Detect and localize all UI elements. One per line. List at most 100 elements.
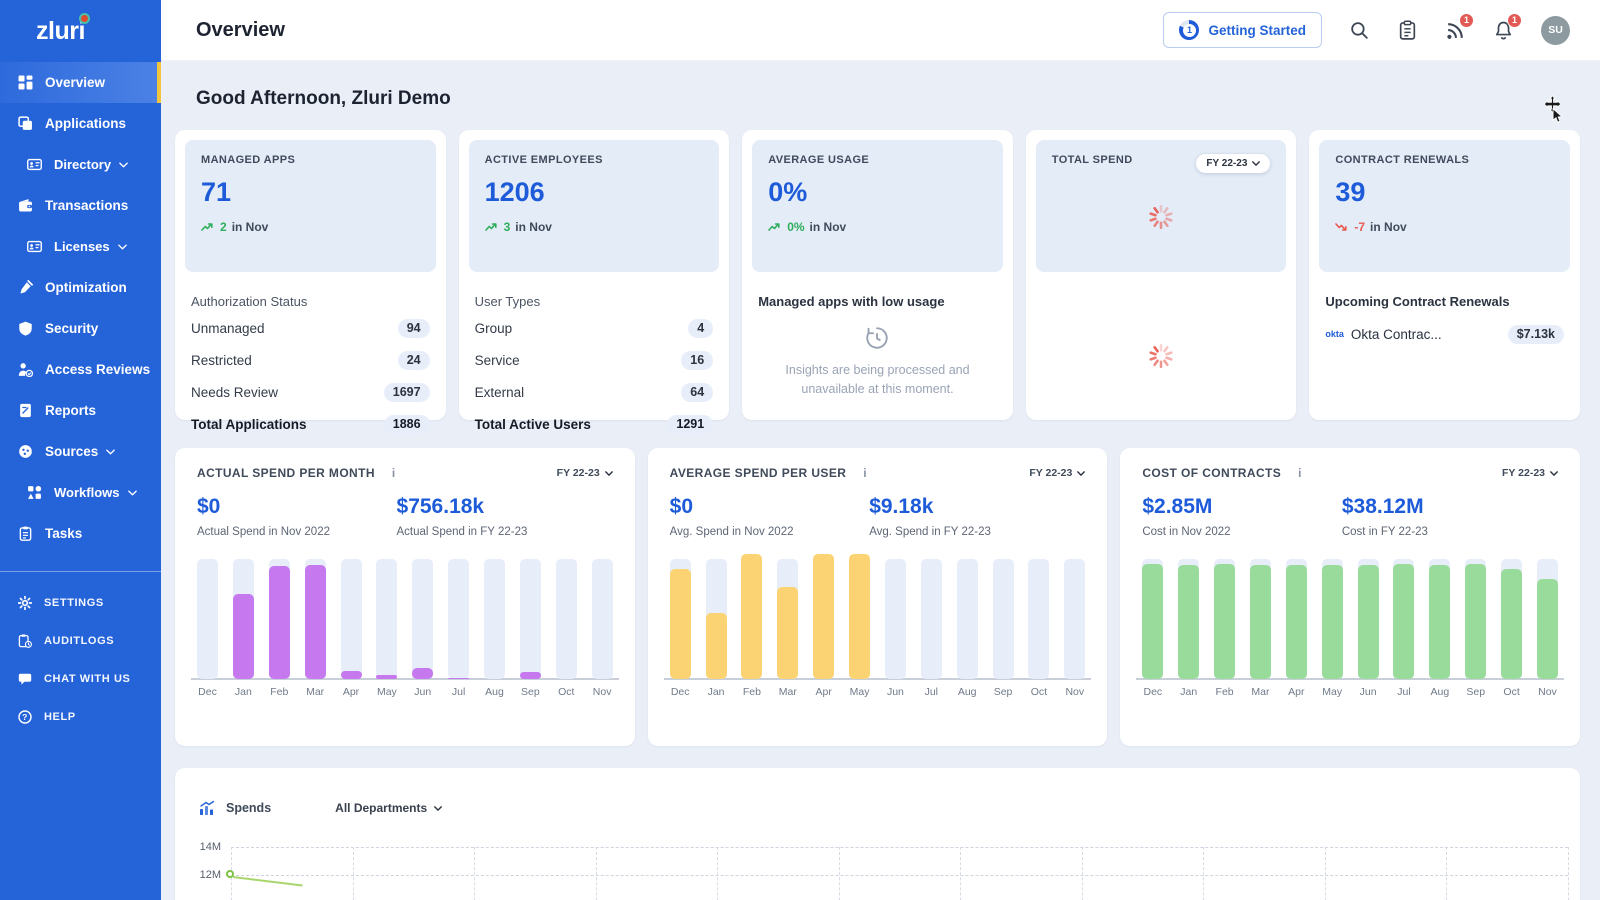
reports-icon xyxy=(18,403,33,418)
applications-icon xyxy=(18,116,33,131)
svg-text:?: ? xyxy=(22,712,28,722)
month-label: Apr xyxy=(1286,686,1307,698)
chart-baseline xyxy=(1136,678,1564,680)
sidebar-item-reports[interactable]: Reports xyxy=(0,390,161,431)
month-label: Aug xyxy=(957,686,978,698)
sidebar-item-label: Licenses xyxy=(54,239,110,254)
managed-apps-card: MANAGED APPS 71 2 in Nov Authorization S… xyxy=(175,130,446,420)
stat-list-row-external: External64 xyxy=(475,376,714,408)
chevron-down-icon xyxy=(128,490,137,496)
total-row: Total Applications 1886 xyxy=(191,408,430,440)
month-label: Jun xyxy=(1358,686,1379,698)
bar-value xyxy=(1286,565,1307,679)
loading-spinner xyxy=(1147,203,1175,231)
sidebar-item-directory[interactable]: Directory xyxy=(0,144,161,185)
trend-suffix: in Nov xyxy=(515,220,552,234)
sidebar: zluri Overview Applications DirectoryTrans… xyxy=(0,0,161,900)
row-value-pill: 1697 xyxy=(384,383,430,402)
user-avatar[interactable]: SU xyxy=(1541,16,1570,45)
month-label: Dec xyxy=(1142,686,1163,698)
total-value-pill: 1291 xyxy=(667,415,713,434)
bar-jun xyxy=(412,551,433,679)
info-icon[interactable]: i xyxy=(863,466,866,480)
sidebar-item-settings[interactable]: SETTINGS xyxy=(0,584,161,622)
info-icon[interactable]: i xyxy=(1298,466,1301,480)
bar-value xyxy=(1393,564,1414,679)
renewal-row-okta[interactable]: okta Okta Contrac... $7.13k xyxy=(1325,316,1564,352)
bar-value xyxy=(1214,564,1235,679)
section-title: User Types xyxy=(475,294,714,309)
directory-icon xyxy=(27,157,42,172)
month-label: Mar xyxy=(777,686,798,698)
clipboard-icon[interactable] xyxy=(1397,20,1418,41)
month-label: Apr xyxy=(813,686,834,698)
header-actions: 1 Getting Started 1 1 SU xyxy=(1163,12,1570,48)
bar-track xyxy=(592,559,613,679)
bar-jan xyxy=(706,551,727,679)
spends-plot: 14M 12M xyxy=(231,847,1568,900)
bar-dec xyxy=(670,551,691,679)
bar-value xyxy=(269,566,290,679)
bell-icon[interactable]: 1 xyxy=(1493,20,1514,41)
workflows-icon xyxy=(27,485,42,500)
fiscal-year-dropdown[interactable]: FY 22-23 xyxy=(1029,467,1085,479)
sidebar-item-help[interactable]: ?HELP xyxy=(0,698,161,736)
stat-list-row-needs-review: Needs Review1697 xyxy=(191,376,430,408)
card-title: MANAGED APPS xyxy=(201,154,420,166)
getting-started-button[interactable]: 1 Getting Started xyxy=(1163,12,1322,48)
stat-value: $0 xyxy=(670,495,870,519)
sidebar-item-optimization[interactable]: Optimization xyxy=(0,267,161,308)
sidebar-item-tasks[interactable]: Tasks xyxy=(0,513,161,554)
bar-nov xyxy=(1537,551,1558,679)
chevron-down-icon xyxy=(434,806,442,811)
bar-jan xyxy=(233,551,254,679)
stat-label: Cost in FY 22-23 xyxy=(1342,526,1542,538)
card-title: TOTAL SPEND xyxy=(1052,154,1133,166)
bar-sep xyxy=(1465,551,1486,679)
insights-message: Insights are being processed and unavail… xyxy=(770,361,985,400)
sidebar-item-applications[interactable]: Applications xyxy=(0,103,161,144)
month-label: Jul xyxy=(448,686,469,698)
whats-new-feed-icon[interactable]: 1 xyxy=(1445,20,1466,41)
chart-title: ACTUAL SPEND PER MONTH xyxy=(197,466,375,480)
sidebar-item-label: Applications xyxy=(45,116,126,131)
month-label: Aug xyxy=(1429,686,1450,698)
gridline xyxy=(1446,847,1447,900)
search-icon[interactable] xyxy=(1349,20,1370,41)
managed-apps-panel: MANAGED APPS 71 2 in Nov xyxy=(185,140,436,272)
sidebar-item-auditlogs[interactable]: AUDITLOGS xyxy=(0,622,161,660)
bar-sep xyxy=(520,551,541,679)
sidebar-item-overview[interactable]: Overview xyxy=(0,62,161,103)
bar-oct xyxy=(556,551,577,679)
bar-value xyxy=(813,554,834,679)
gridline xyxy=(1568,847,1569,900)
bar-sep xyxy=(993,551,1014,679)
stat-value: $0 xyxy=(197,495,397,519)
info-icon[interactable]: i xyxy=(392,466,395,480)
bar-track xyxy=(341,559,362,679)
trend-suffix: in Nov xyxy=(810,220,847,234)
sidebar-item-licenses[interactable]: Licenses xyxy=(0,226,161,267)
sidebar-item-workflows[interactable]: Workflows xyxy=(0,472,161,513)
sidebar-item-security[interactable]: Security xyxy=(0,308,161,349)
departments-dropdown[interactable]: All Departments xyxy=(335,801,442,815)
sidebar-item-chat-with-us[interactable]: CHAT WITH US xyxy=(0,660,161,698)
card-value: 71 xyxy=(201,177,420,208)
chevron-down-icon xyxy=(106,449,115,455)
fiscal-year-value: FY 22-23 xyxy=(1502,467,1545,479)
month-label: Nov xyxy=(1064,686,1085,698)
fiscal-year-dropdown[interactable]: FY 22-23 xyxy=(1502,467,1558,479)
bar-value xyxy=(412,668,433,679)
fiscal-year-dropdown[interactable]: FY 22-23 xyxy=(557,467,613,479)
row-value-pill: 64 xyxy=(681,383,713,402)
sidebar-item-access-reviews[interactable]: Access Reviews xyxy=(0,349,161,390)
bar-chart: DecJanFebMarAprMayJunJulAugSepOctNov xyxy=(1142,551,1558,698)
stat-value: $9.18k xyxy=(869,495,1069,519)
sidebar-item-transactions[interactable]: Transactions xyxy=(0,185,161,226)
zluri-logo[interactable]: zluri xyxy=(0,0,161,62)
sidebar-item-sources[interactable]: Sources xyxy=(0,431,161,472)
average-usage-card: AVERAGE USAGE 0% 0% in Nov Managed apps … xyxy=(742,130,1013,420)
month-label: Jan xyxy=(1178,686,1199,698)
fiscal-year-dropdown[interactable]: FY 22-23 xyxy=(1196,154,1270,173)
month-label: Jul xyxy=(1393,686,1414,698)
